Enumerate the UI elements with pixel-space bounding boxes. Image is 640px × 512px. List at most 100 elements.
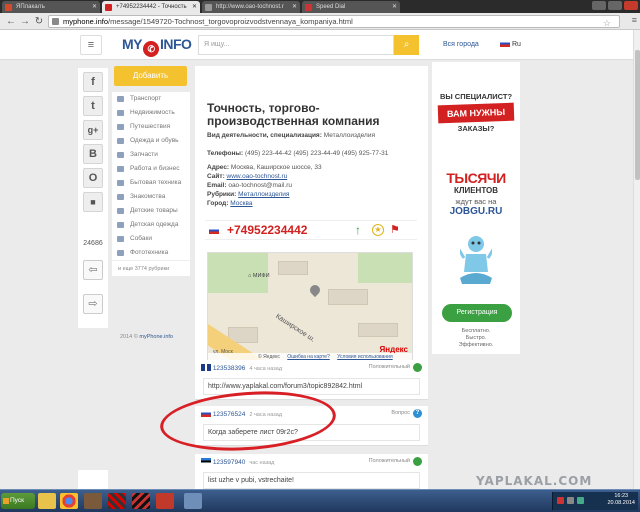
page-scrollbar[interactable] [633, 30, 640, 489]
vkontakte-icon[interactable]: B [83, 144, 103, 164]
widget-box [78, 470, 108, 489]
start-button[interactable]: Пуск [1, 493, 35, 509]
map-street-label: Каширское ш. [274, 313, 317, 344]
email-row: Email: oao-tochnost@mail.ru [207, 182, 293, 189]
back-arrow-icon[interactable]: ← [4, 15, 18, 28]
close-icon[interactable]: ✕ [392, 1, 397, 13]
site-logo[interactable]: MY ✆ INFO [122, 36, 192, 57]
app-icon[interactable] [108, 493, 126, 509]
report-flag-icon[interactable]: ⚑ [390, 223, 400, 236]
scrollbar-thumb[interactable] [635, 50, 640, 180]
map-pin-icon[interactable] [307, 282, 323, 298]
yandex-map[interactable]: Каширское ш. ⌂ МИФИ ул. Моск Яндекс © Ян… [207, 252, 413, 362]
tab-oao-tochnost[interactable]: http://www.oao-tochnost.r ✕ [202, 1, 300, 13]
prev-arrow-icon[interactable]: ⇦ [83, 260, 103, 280]
app-icon[interactable] [132, 493, 150, 509]
site-header: ≡ MY ✆ INFO Я ищу... ⌕ Вся города Ru [0, 30, 633, 60]
tray-icon[interactable] [577, 497, 584, 504]
category-item[interactable]: Собаки [112, 232, 190, 246]
watermark: YAPLAKAL.COM [476, 474, 593, 488]
category-item[interactable]: Фототехника [112, 246, 190, 260]
close-icon[interactable]: ✕ [192, 1, 197, 13]
site-link[interactable]: www.oao-tochnost.ru [227, 173, 288, 180]
city-link[interactable]: Москва [230, 200, 252, 207]
tray-icon[interactable] [557, 497, 564, 504]
tab-myphone[interactable]: +74952234442 - Точность ✕ [102, 1, 200, 13]
toy-icon [117, 208, 124, 214]
advertisement-banner[interactable]: ВЫ СПЕЦИАЛИСТ? ВАМ НУЖНЫ ЗАКАЗЫ? ТЫСЯЧИ … [432, 62, 520, 354]
category-item[interactable]: Детские товары [112, 204, 190, 218]
close-icon[interactable]: ✕ [292, 1, 297, 13]
map-building [358, 323, 398, 337]
search-input[interactable]: Я ищу... [198, 35, 394, 55]
maximize-button[interactable] [608, 1, 622, 10]
odnoklassniki-icon[interactable]: O [83, 168, 103, 188]
bookmark-icon[interactable]: ■ [83, 192, 103, 212]
forward-arrow-icon[interactable]: → [18, 15, 32, 28]
thumbs-up-arrow-icon[interactable]: ↑ [355, 223, 361, 237]
tray-icon[interactable] [567, 497, 574, 504]
city-row: Город: Москва [207, 200, 253, 207]
archive-icon[interactable] [84, 493, 102, 509]
phone-icon: ✆ [143, 41, 159, 57]
window-icon[interactable] [184, 493, 202, 509]
child-clothes-icon [117, 222, 124, 228]
favorite-star-icon[interactable]: ★ [372, 224, 384, 236]
browser-menu-icon[interactable]: ≡ [632, 15, 637, 25]
all-cities-link[interactable]: Вся города [443, 41, 479, 48]
category-item[interactable]: Знакомства [112, 190, 190, 204]
category-item[interactable]: Одежда и обувь [112, 134, 190, 148]
appliance-icon [117, 180, 124, 186]
close-window-button[interactable] [624, 1, 638, 10]
phone-number: +74952234442 [227, 223, 308, 237]
twitter-icon[interactable]: t [83, 96, 103, 116]
rubric-row: Рубрики: Металлоизделия [207, 191, 290, 198]
clock[interactable]: 16:23 20.08.2014 [607, 493, 635, 507]
share-count: 24686 [83, 240, 103, 247]
page-title: Точность, торгово-производственная компа… [207, 101, 380, 128]
rubric-link[interactable]: Металлоизделия [238, 191, 289, 198]
category-item[interactable]: Запчасти [112, 148, 190, 162]
bookmark-star-icon[interactable]: ☆ [603, 18, 611, 27]
facebook-icon[interactable]: f [83, 72, 103, 92]
add-button[interactable]: Добавить [114, 66, 187, 86]
thumbs-up-icon [413, 363, 422, 372]
yogi-illustration-icon [460, 236, 492, 284]
category-item[interactable]: Работа и бизнес [112, 162, 190, 176]
phones-row: Телефоны: (495) 223-44-42 (495) 223-44-4… [207, 150, 389, 157]
car-icon [117, 96, 124, 102]
category-item[interactable]: Детская одежда [112, 218, 190, 232]
category-item[interactable]: Недвижимость [112, 106, 190, 120]
map-school-label: ⌂ МИФИ [248, 273, 270, 279]
heart-icon [117, 194, 124, 200]
language-selector[interactable]: Ru [500, 40, 521, 48]
register-button[interactable]: Регистрация [442, 304, 512, 322]
russia-flag-icon [209, 227, 219, 234]
close-icon[interactable]: ✕ [92, 1, 97, 13]
google-plus-icon[interactable]: g+ [83, 120, 103, 140]
school-icon: ⌂ [248, 273, 252, 279]
briefcase-icon [117, 166, 124, 172]
tab-speed-dial[interactable]: Speed Dial ✕ [302, 1, 400, 13]
map-building [278, 261, 308, 275]
url-input[interactable]: myphone.info/message/1549720-Tochnost_to… [48, 15, 620, 28]
reload-icon[interactable]: ↻ [32, 15, 46, 28]
next-arrow-icon[interactable]: ⇨ [83, 294, 103, 314]
minimize-button[interactable] [592, 1, 606, 10]
category-item[interactable]: Путешествия [112, 120, 190, 134]
more-categories-link[interactable]: и еще 3774 рубрики [112, 260, 190, 276]
category-item[interactable]: Бытовая техника [112, 176, 190, 190]
search-icon: ⌕ [403, 39, 410, 50]
folder-icon[interactable] [38, 493, 56, 509]
copyright-link[interactable]: myPhone.info [139, 334, 173, 340]
hamburger-menu-icon[interactable]: ≡ [80, 35, 102, 55]
search-button[interactable]: ⌕ [394, 35, 419, 55]
hanger-icon [117, 138, 124, 144]
media-icon[interactable] [156, 493, 174, 509]
comment-author[interactable]: 123597940 час назад [201, 458, 274, 466]
window-controls [592, 1, 638, 10]
tab-yaplakal[interactable]: ЯПлакалъ ✕ [2, 1, 100, 13]
chrome-icon[interactable] [60, 493, 78, 509]
category-item[interactable]: Транспорт [112, 92, 190, 106]
comment-author[interactable]: 123538396 4 часа назад [201, 364, 282, 372]
